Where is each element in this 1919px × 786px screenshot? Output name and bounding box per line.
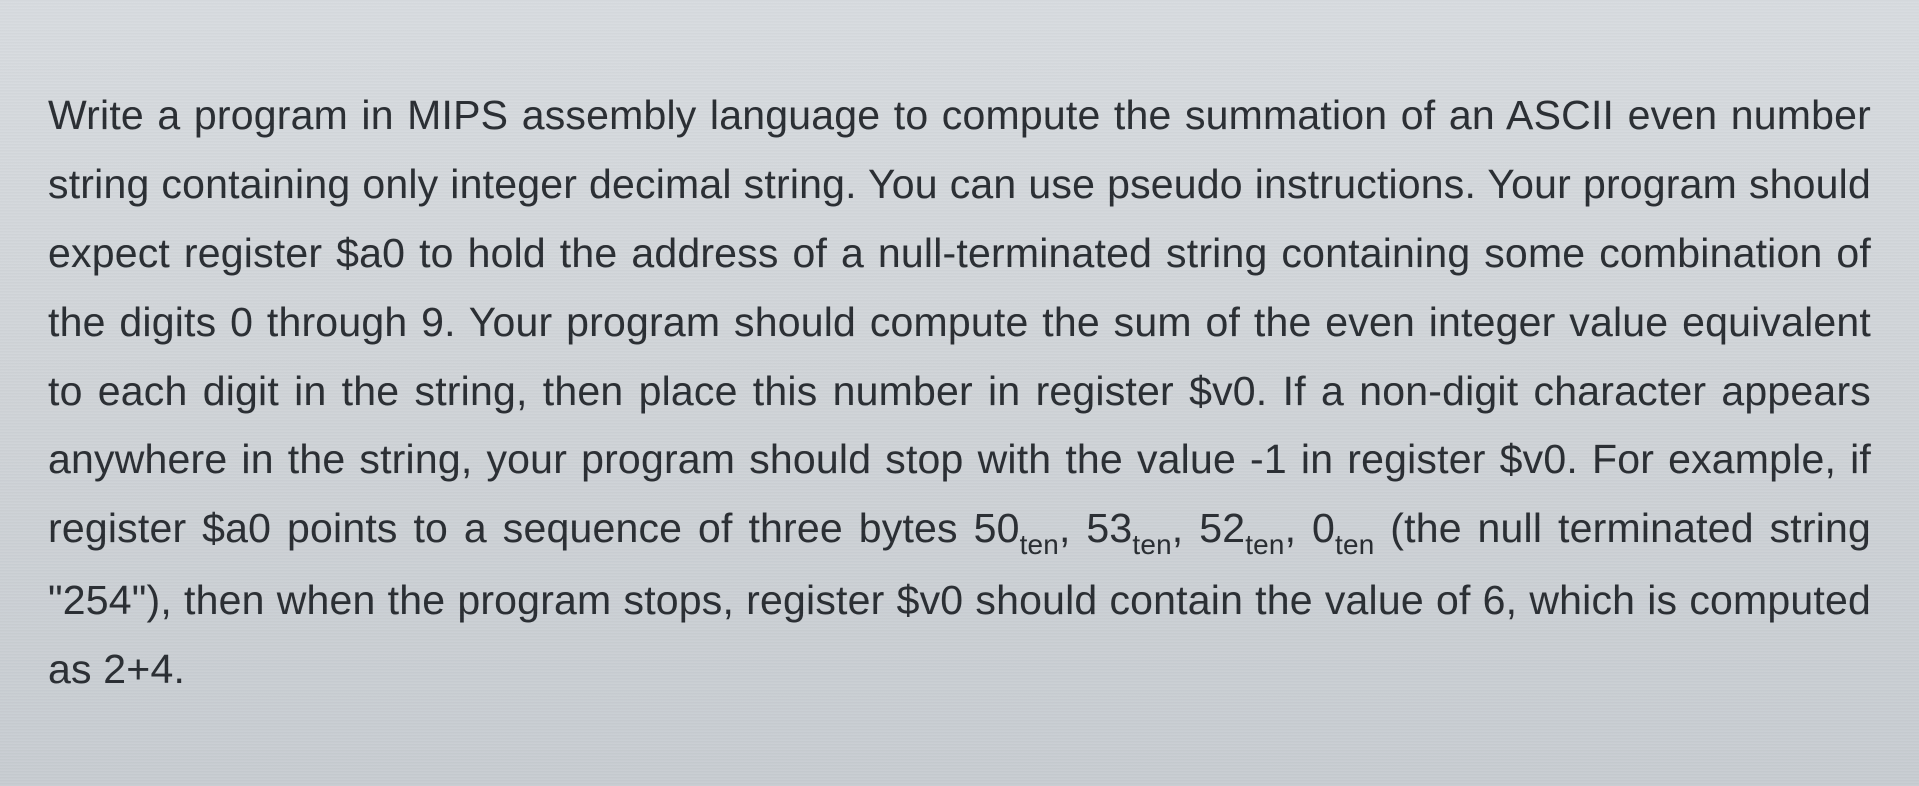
subscript-ten-3: ten — [1245, 529, 1284, 560]
subscript-ten-4: ten — [1335, 529, 1374, 560]
problem-text-sep-1: , 53 — [1059, 505, 1132, 551]
subscript-ten-2: ten — [1132, 529, 1171, 560]
problem-statement: Write a program in MIPS assembly languag… — [48, 81, 1871, 704]
subscript-ten-1: ten — [1020, 529, 1059, 560]
document-page: Write a program in MIPS assembly languag… — [0, 0, 1919, 786]
problem-text-sep-2: , 52 — [1172, 505, 1245, 551]
problem-text-part-a: Write a program in MIPS assembly languag… — [48, 92, 1871, 551]
problem-text-sep-3: , 0 — [1285, 505, 1335, 551]
